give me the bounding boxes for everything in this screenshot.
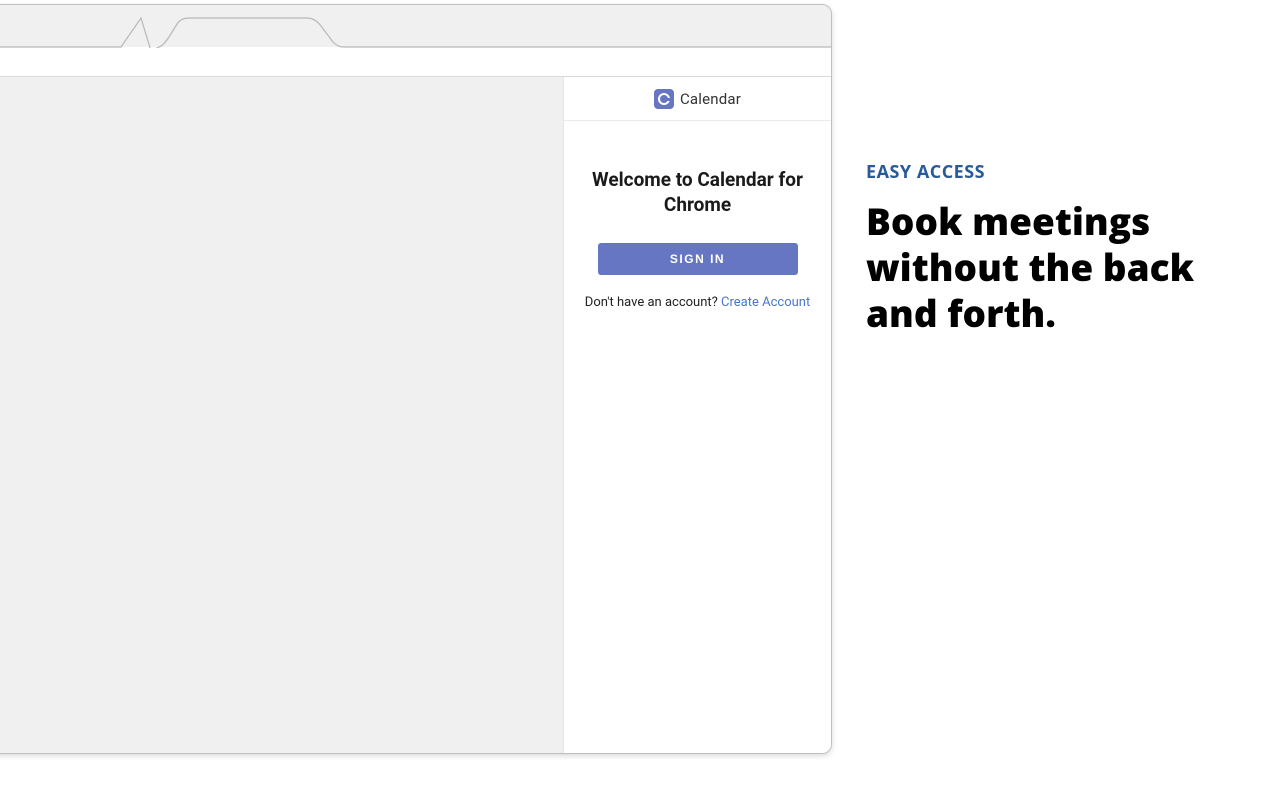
no-account-text: Don't have an account?	[585, 295, 721, 310]
browser-window: Calendar Welcome to Calendar for Chrome …	[0, 4, 832, 754]
panel-body: Welcome to Calendar for Chrome SIGN IN D…	[564, 121, 831, 310]
browser-tab-strip	[0, 5, 831, 47]
marketing-copy: EASY ACCESS Book meetings without the ba…	[866, 160, 1226, 336]
sign-in-button[interactable]: SIGN IN	[598, 243, 798, 275]
browser-toolbar	[0, 47, 831, 77]
marketing-eyebrow: EASY ACCESS	[866, 160, 1226, 184]
no-account-row: Don't have an account? Create Account	[582, 295, 813, 310]
panel-header: Calendar	[564, 77, 831, 121]
create-account-link[interactable]: Create Account	[721, 295, 810, 310]
extension-side-panel: Calendar Welcome to Calendar for Chrome …	[563, 77, 831, 753]
welcome-title: Welcome to Calendar for Chrome	[582, 167, 813, 217]
brand-name: Calendar	[680, 90, 741, 108]
marketing-headline: Book meetings without the back and forth…	[866, 198, 1226, 336]
browser-content-area: Calendar Welcome to Calendar for Chrome …	[0, 77, 831, 753]
tab-outline-shape	[0, 6, 832, 48]
calendar-logo-icon	[654, 89, 674, 109]
